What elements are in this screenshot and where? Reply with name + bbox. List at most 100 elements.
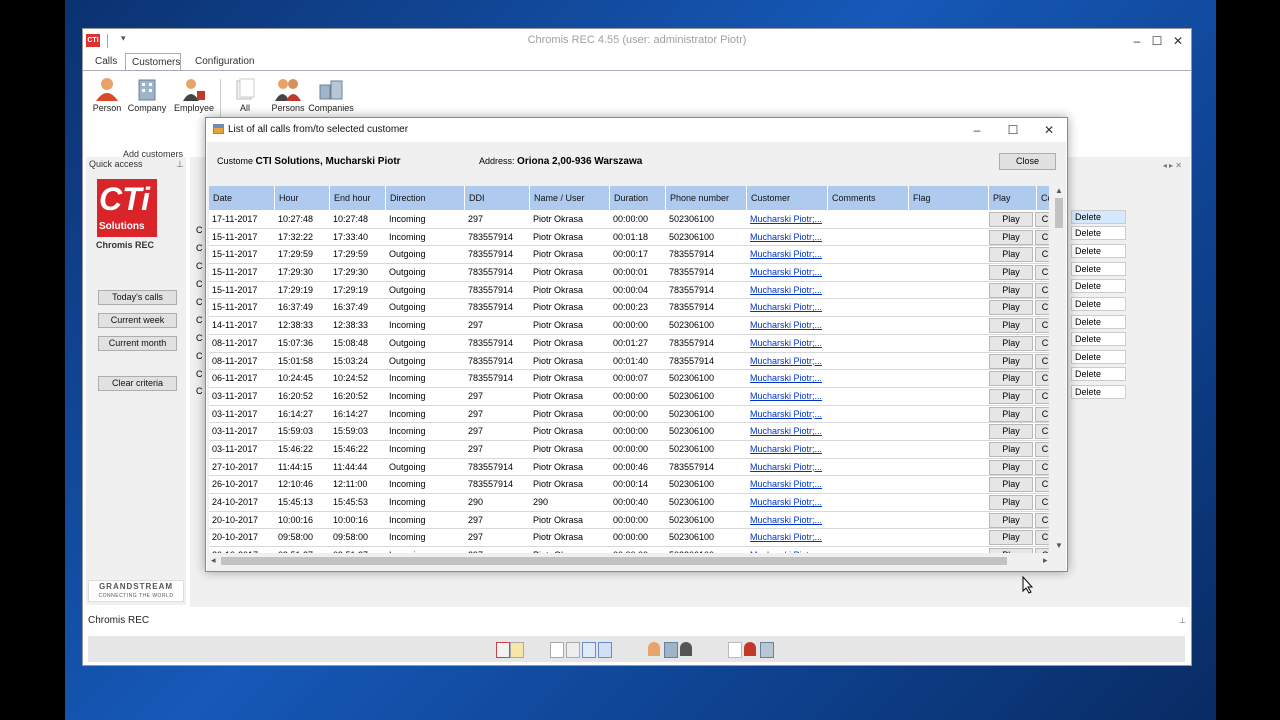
add-company-button[interactable]: Company: [127, 77, 167, 113]
co-button[interactable]: C: [1035, 530, 1049, 546]
co-button[interactable]: C: [1035, 229, 1049, 245]
add-employee-button[interactable]: Employee: [173, 77, 215, 113]
close-button[interactable]: Close: [999, 153, 1056, 170]
table-row[interactable]: 20-10-2017 10:00:16 10:00:16 Incoming 297 Pio…: [209, 512, 1049, 530]
notes-icon[interactable]: [510, 642, 524, 658]
play-button[interactable]: Play: [989, 300, 1033, 316]
play-button[interactable]: Play: [989, 424, 1033, 440]
tab-calls[interactable]: Calls: [89, 53, 123, 71]
co-button[interactable]: C: [1035, 406, 1049, 422]
column-header-co[interactable]: Co: [1037, 186, 1049, 210]
co-button[interactable]: C: [1035, 282, 1049, 298]
main-titlebar[interactable]: CTI ▾ Chromis REC 4.55 (user: administra…: [83, 29, 1191, 53]
tab-customers[interactable]: Customers: [125, 53, 181, 71]
cell-customer[interactable]: Mucharski Piotr;...: [747, 547, 828, 553]
play-button[interactable]: Play: [989, 495, 1033, 510]
co-button[interactable]: C: [1035, 335, 1049, 351]
column-header-customer[interactable]: Customer: [747, 186, 828, 210]
play-button[interactable]: Play: [989, 477, 1033, 493]
co-button[interactable]: C: [1035, 424, 1049, 440]
co-button[interactable]: C: [1035, 318, 1049, 334]
co-button[interactable]: C: [1035, 265, 1049, 281]
table-row[interactable]: 17-11-2017 10:27:48 10:27:48 Incoming 297 Pio…: [209, 211, 1049, 229]
current-week-button[interactable]: Current week: [98, 313, 177, 328]
horizontal-scroll-thumb[interactable]: [221, 557, 1007, 565]
play-button[interactable]: Play: [989, 212, 1033, 227]
play-button[interactable]: Play: [989, 512, 1033, 528]
horizontal-scrollbar[interactable]: ◂ ▸: [209, 555, 1053, 567]
table-row[interactable]: 20-10-201709:51:2709:51:27Incoming297Pio…: [209, 547, 1049, 553]
play-button[interactable]: Play: [989, 388, 1033, 404]
column-header-hour[interactable]: Hour: [275, 186, 330, 210]
column-header-direction[interactable]: Direction: [386, 186, 465, 210]
co-button[interactable]: C: [1035, 459, 1049, 475]
report-icon[interactable]: [598, 642, 612, 658]
delete-button[interactable]: Delete: [1071, 350, 1126, 364]
cell-customer[interactable]: Mucharski Piotr;...: [747, 229, 828, 246]
cell-customer[interactable]: Mucharski Piotr;...: [747, 459, 828, 476]
table-row[interactable]: 27-10-2017 11:44:15 11:44:44 Outgoing 783557…: [209, 459, 1049, 477]
column-header-comments[interactable]: Comments: [828, 186, 909, 210]
cell-customer[interactable]: Mucharski Piotr;...: [747, 353, 828, 370]
table-row[interactable]: 08-11-2017 15:01:58 15:03:24 Outgoing 783557…: [209, 353, 1049, 371]
scroll-left-icon[interactable]: ◂: [211, 555, 216, 566]
play-button[interactable]: Play: [989, 229, 1033, 245]
delete-button[interactable]: Delete: [1071, 315, 1126, 329]
column-header-phone-number[interactable]: Phone number: [666, 186, 747, 210]
dialog-close-button[interactable]: ✕: [1036, 121, 1062, 141]
document-icon[interactable]: [550, 642, 564, 658]
cell-customer[interactable]: Mucharski Piotr;...: [747, 441, 828, 458]
play-button[interactable]: Play: [989, 371, 1033, 387]
table-row[interactable]: 03-11-2017 15:59:03 15:59:03 Incoming 297 Pio…: [209, 423, 1049, 441]
cell-customer[interactable]: Mucharski Piotr;...: [747, 494, 828, 511]
add-person-button[interactable]: Person: [92, 77, 122, 113]
co-button[interactable]: C: [1035, 512, 1049, 528]
cell-customer[interactable]: Mucharski Piotr;...: [747, 335, 828, 352]
delete-button[interactable]: Delete: [1071, 279, 1126, 293]
delete-button[interactable]: Delete: [1071, 226, 1126, 240]
co-button[interactable]: C: [1035, 300, 1049, 316]
cell-customer[interactable]: Mucharski Piotr;...: [747, 264, 828, 281]
pin-icon[interactable]: ⊥: [176, 159, 184, 170]
column-header-end-hour[interactable]: End hour: [330, 186, 386, 210]
cell-customer[interactable]: Mucharski Piotr;...: [747, 423, 828, 440]
play-button[interactable]: Play: [989, 265, 1033, 281]
play-button[interactable]: Play: [989, 282, 1033, 298]
play-button[interactable]: Play: [989, 530, 1033, 546]
cell-customer[interactable]: Mucharski Piotr;...: [747, 211, 828, 228]
co-button[interactable]: C: [1035, 353, 1049, 369]
cell-customer[interactable]: Mucharski Piotr;...: [747, 512, 828, 529]
cell-customer[interactable]: Mucharski Piotr;...: [747, 529, 828, 546]
delete-button[interactable]: Delete: [1071, 332, 1126, 346]
companies-button[interactable]: Companies: [308, 77, 354, 113]
table-row[interactable]: 03-11-2017 15:46:22 15:46:22 Incoming 297 Pio…: [209, 441, 1049, 459]
table-row[interactable]: 15-11-2017 16:37:49 16:37:49 Outgoing 783557…: [209, 299, 1049, 318]
table-row[interactable]: 14-11-2017 12:38:33 12:38:33 Incoming 297 Pio…: [209, 317, 1049, 335]
main-maximize-button[interactable]: ☐: [1146, 31, 1168, 51]
vertical-scroll-thumb[interactable]: [1055, 198, 1063, 228]
co-button[interactable]: C: [1035, 388, 1049, 404]
person-icon[interactable]: [648, 642, 660, 656]
company-icon[interactable]: [664, 642, 678, 658]
co-button[interactable]: C: [1035, 495, 1049, 510]
table-row[interactable]: 03-11-2017 16:14:27 16:14:27 Incoming 297 Pio…: [209, 406, 1049, 424]
play-button[interactable]: Play: [989, 318, 1033, 334]
column-header-flag[interactable]: Flag: [909, 186, 989, 210]
table-row[interactable]: 26-10-2017 12:10:46 12:11:00 Incoming 783557…: [209, 476, 1049, 494]
all-icon[interactable]: [728, 642, 742, 658]
table-row[interactable]: 15-11-2017 17:29:59 17:29:59 Outgoing 783557…: [209, 246, 1049, 265]
list-icon[interactable]: [582, 642, 596, 658]
table-row[interactable]: 15-11-2017 17:32:22 17:33:40 Incoming 783557…: [209, 229, 1049, 247]
co-button[interactable]: C: [1035, 212, 1049, 227]
table-row[interactable]: 06-11-2017 10:24:45 10:24:52 Incoming 783557…: [209, 370, 1049, 388]
cell-customer[interactable]: Mucharski Piotr;...: [747, 370, 828, 387]
cell-customer[interactable]: Mucharski Piotr;...: [747, 246, 828, 263]
play-button[interactable]: Play: [989, 548, 1033, 553]
table-row[interactable]: 03-11-2017 16:20:52 16:20:52 Incoming 297 Pio…: [209, 388, 1049, 406]
dialog-maximize-button[interactable]: ☐: [1000, 121, 1026, 141]
main-close-button[interactable]: ✕: [1167, 31, 1189, 51]
clear-criteria-button[interactable]: Clear criteria: [98, 376, 177, 391]
delete-button[interactable]: Delete: [1071, 367, 1126, 381]
play-button[interactable]: Play: [989, 353, 1033, 369]
table-row[interactable]: 24-10-2017 15:45:13 15:45:53 Incoming 290 290…: [209, 494, 1049, 512]
